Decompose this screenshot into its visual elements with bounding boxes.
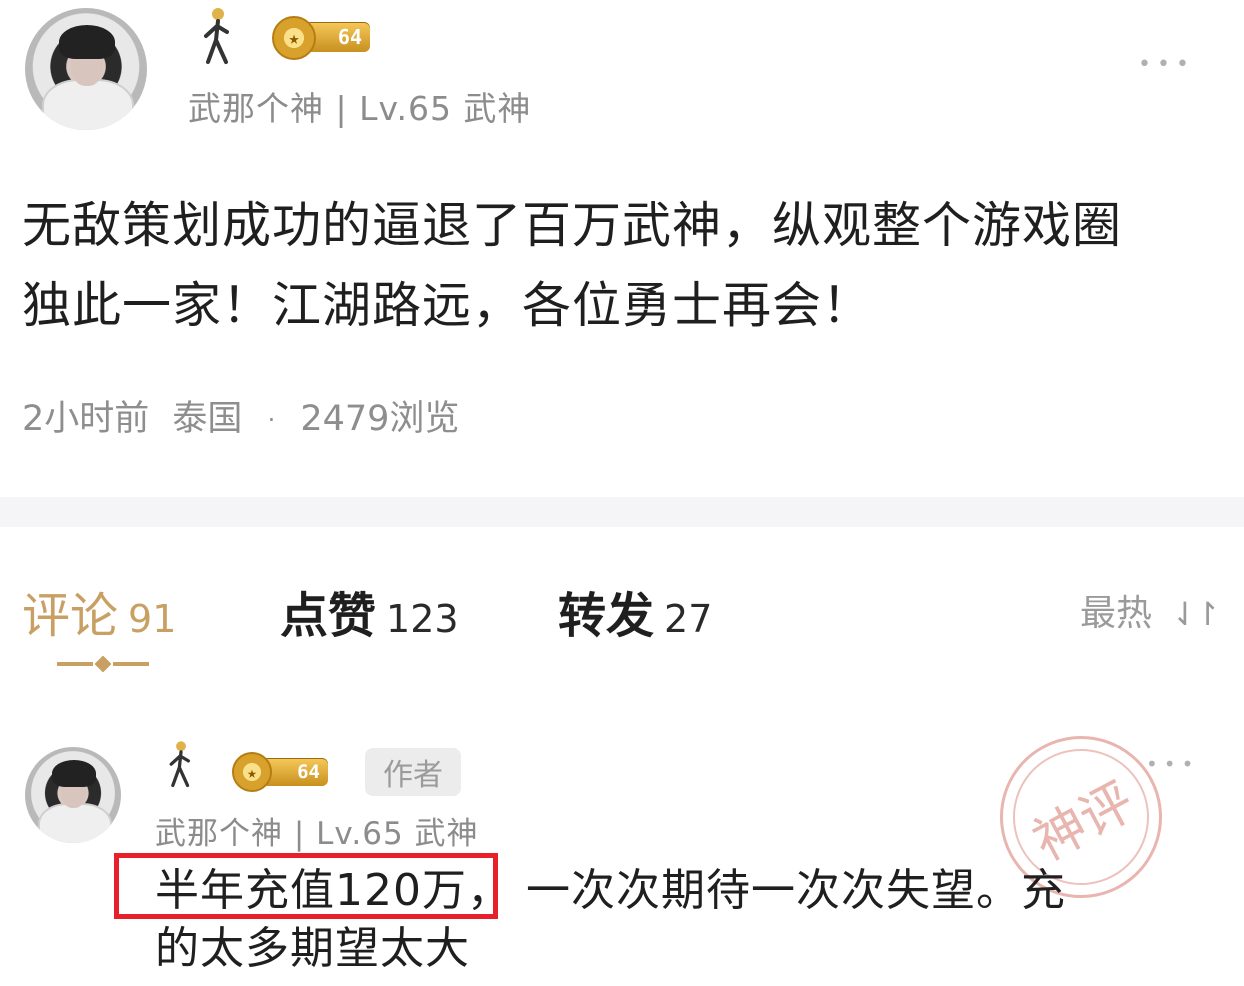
tab-label: 点赞 [280, 588, 377, 644]
post-author-line[interactable]: 武那个神 | Lv.65 武神 [188, 82, 531, 130]
post-body-line: 独此一家！江湖路远，各位勇士再会！ [22, 277, 873, 334]
tab-count: 27 [664, 597, 713, 641]
post-author-name[interactable]: 武那个神 [188, 89, 324, 128]
tab-label: 转发 [558, 588, 655, 644]
meta-separator: · [267, 406, 276, 434]
post-author-level: Lv.65 武神 [359, 89, 532, 128]
sort-arrows-icon: ⇃↾ [1171, 595, 1221, 633]
star-icon: ★ [272, 16, 316, 60]
author-tag-badge: 作者 [365, 748, 461, 796]
post-body: 无敌策划成功的逼退了百万武神，纵观整个游戏圈 独此一家！江湖路远，各位勇士再会！ [22, 186, 1222, 346]
section-divider [0, 497, 1244, 527]
tab-label: 评论 [22, 588, 119, 644]
sort-label: 最热 [1080, 593, 1153, 634]
post-meta: 2小时前 泰国 · 2479浏览 [22, 390, 459, 441]
comment-author-name[interactable]: 武那个神 [155, 816, 283, 852]
tab-comments[interactable]: 评论 91 [22, 576, 176, 646]
sort-button[interactable]: 最热 ⇃↾ [1080, 584, 1221, 636]
post-time: 2小时前 [22, 399, 150, 439]
level-badge: ★ 64 [232, 752, 328, 792]
post-views: 2479浏览 [300, 399, 460, 439]
more-dots-icon[interactable]: ••• [1138, 52, 1195, 77]
comment-text-rest: 一次次期待一次次失望。充 [525, 865, 1066, 916]
more-dots-icon[interactable]: ••• [1146, 752, 1199, 776]
comment-body-line: 的太多期望太大 [155, 923, 470, 974]
tab-reposts[interactable]: 转发 27 [558, 576, 712, 646]
tab-count: 91 [128, 597, 177, 641]
active-tab-indicator [57, 656, 149, 672]
comment-author-avatar[interactable] [25, 747, 121, 843]
walker-icon [169, 741, 190, 788]
star-icon: ★ [232, 752, 272, 792]
tab-count: 123 [386, 597, 459, 641]
post-location: 泰国 [172, 399, 243, 439]
level-badge: ★ 64 [272, 16, 370, 60]
walker-icon [204, 8, 229, 64]
tab-likes[interactable]: 点赞 123 [280, 576, 459, 646]
post-body-line: 无敌策划成功的逼退了百万武神，纵观整个游戏圈 [22, 197, 1123, 254]
comment-author-line[interactable]: 武那个神 | Lv.65 武神 [155, 808, 479, 853]
comment-author-level: Lv.65 武神 [316, 816, 479, 852]
post-author-avatar[interactable] [25, 8, 147, 130]
badge-level: 64 [337, 25, 362, 49]
red-highlight-box [114, 853, 498, 919]
badge-level: 64 [297, 761, 320, 783]
